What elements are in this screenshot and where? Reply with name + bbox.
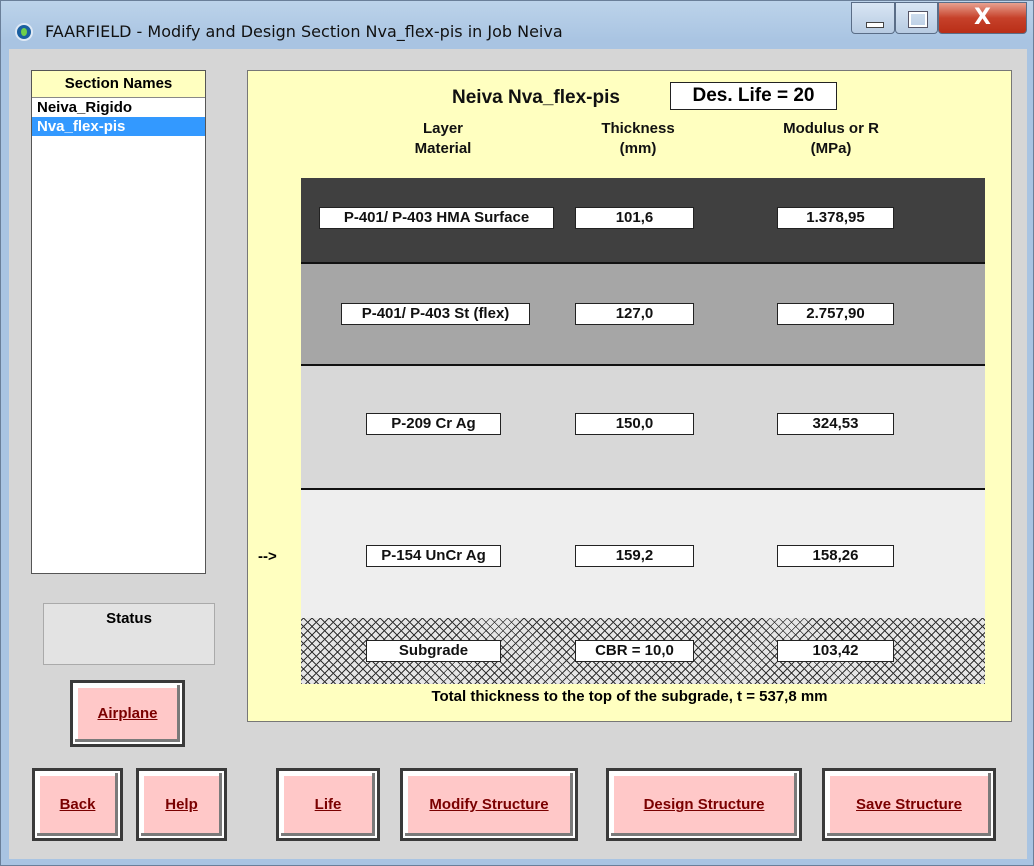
header-line: Modulus or R — [783, 120, 879, 137]
job-section-title: Neiva Nva_flex-pis — [452, 87, 620, 108]
app-icon — [15, 23, 33, 41]
layer-material-header: Layer Material — [388, 119, 498, 159]
section-item-selected[interactable]: Nva_flex-pis — [32, 117, 205, 136]
layer-row[interactable]: P-401/ P-403 St (flex) 127,0 2.757,90 — [301, 264, 985, 366]
design-life-box[interactable]: Des. Life = 20 — [670, 82, 837, 110]
header-line: Layer — [422, 120, 464, 137]
layer-thickness-field[interactable]: 127,0 — [575, 303, 694, 325]
modulus-header: Modulus or R (MPa) — [766, 119, 896, 159]
subgrade-material-field[interactable]: Subgrade — [366, 640, 501, 662]
layer-modulus-field[interactable]: 324,53 — [777, 413, 894, 435]
layer-material-field[interactable]: P-401/ P-403 HMA Surface — [319, 207, 554, 229]
subgrade-row[interactable]: Subgrade CBR = 10,0 103,42 — [301, 618, 985, 684]
layer-thickness-field[interactable]: 101,6 — [575, 207, 694, 229]
layer-modulus-field[interactable]: 2.757,90 — [777, 303, 894, 325]
minimize-button[interactable] — [851, 2, 895, 34]
layer-row[interactable]: P-401/ P-403 HMA Surface 101,6 1.378,95 — [301, 178, 985, 264]
section-names-header: Section Names — [32, 71, 205, 98]
layer-row[interactable]: P-209 Cr Ag 150,0 324,53 — [301, 366, 985, 490]
window-title: FAARFIELD - Modify and Design Section Nv… — [45, 22, 563, 41]
title-bar[interactable]: FAARFIELD - Modify and Design Section Nv… — [1, 1, 1033, 47]
modify-structure-button[interactable]: Modify Structure — [400, 768, 578, 841]
close-icon: X — [974, 5, 991, 30]
section-names-list[interactable]: Section Names Neiva_Rigido Nva_flex-pis — [31, 70, 206, 574]
section-item[interactable]: Neiva_Rigido — [32, 98, 205, 117]
current-layer-arrow: --> — [258, 548, 277, 565]
maximize-button[interactable] — [895, 2, 938, 34]
design-structure-button[interactable]: Design Structure — [606, 768, 802, 841]
layer-modulus-field[interactable]: 1.378,95 — [777, 207, 894, 229]
thickness-header: Thickness (mm) — [583, 119, 693, 159]
help-button[interactable]: Help — [136, 768, 227, 841]
life-button[interactable]: Life — [276, 768, 380, 841]
header-line: Material — [414, 140, 472, 157]
layer-material-field[interactable]: P-209 Cr Ag — [366, 413, 501, 435]
header-line: (MPa) — [810, 140, 852, 157]
close-button[interactable]: X — [938, 2, 1027, 34]
subgrade-cbr-field[interactable]: CBR = 10,0 — [575, 640, 694, 662]
back-button[interactable]: Back — [32, 768, 123, 841]
layer-material-field[interactable]: P-154 UnCr Ag — [366, 545, 501, 567]
layer-thickness-field[interactable]: 159,2 — [575, 545, 694, 567]
app-window: FAARFIELD - Modify and Design Section Nv… — [0, 0, 1034, 866]
save-structure-button[interactable]: Save Structure — [822, 768, 996, 841]
layer-thickness-field[interactable]: 150,0 — [575, 413, 694, 435]
header-line: Thickness — [601, 120, 675, 137]
subgrade-modulus-field[interactable]: 103,42 — [777, 640, 894, 662]
airplane-button[interactable]: Airplane — [70, 680, 185, 747]
layer-row[interactable]: P-154 UnCr Ag 159,2 158,26 — [301, 490, 985, 618]
structure-panel: Neiva Nva_flex-pis Des. Life = 20 Layer … — [247, 70, 1012, 722]
total-thickness-text: Total thickness to the top of the subgra… — [431, 688, 828, 705]
layer-material-field[interactable]: P-401/ P-403 St (flex) — [341, 303, 530, 325]
header-line: (mm) — [619, 140, 657, 157]
layer-modulus-field[interactable]: 158,26 — [777, 545, 894, 567]
status-label: Status — [106, 610, 152, 627]
client-area: Section Names Neiva_Rigido Nva_flex-pis … — [9, 49, 1027, 859]
status-box: Status — [43, 603, 215, 665]
